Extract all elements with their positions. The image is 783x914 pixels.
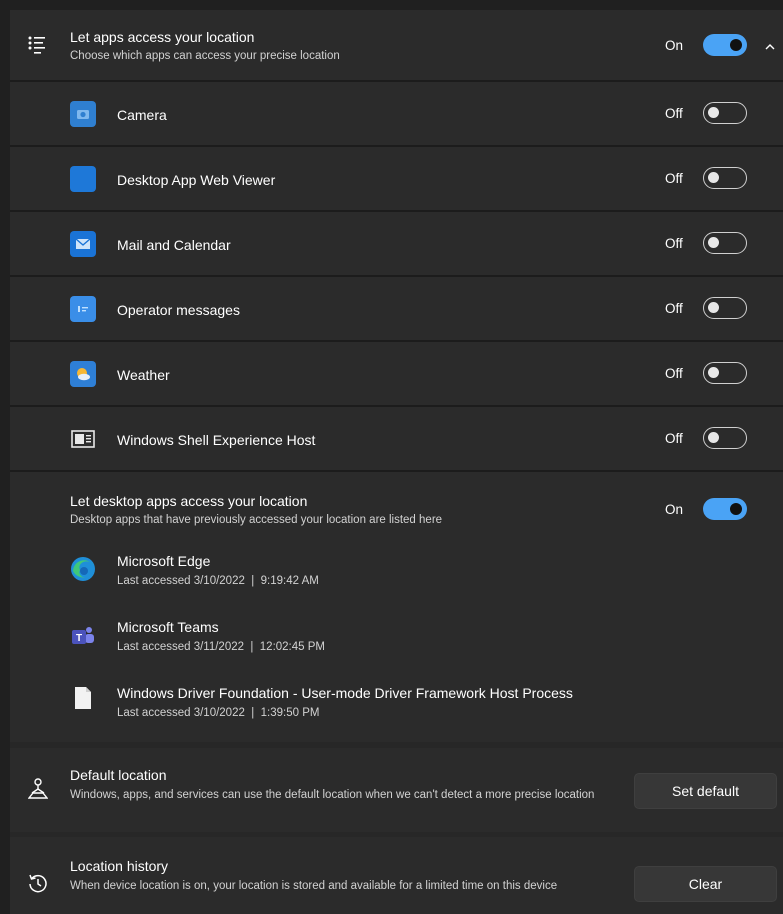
app-row-operator-messages: Operator messages Off [10, 277, 783, 340]
edge-icon [70, 556, 96, 582]
shell-host-icon [70, 426, 96, 452]
app-row-desktop-app-web-viewer: Desktop App Web Viewer Off [10, 147, 783, 210]
default-location-description: Windows, apps, and services can use the … [70, 789, 595, 801]
app-name: Mail and Calendar [117, 237, 231, 253]
location-history-row: Location history When device location is… [10, 837, 783, 914]
svg-text:T: T [76, 633, 82, 644]
mail-icon [70, 231, 96, 257]
app-name: Desktop App Web Viewer [117, 172, 276, 188]
app-name: Weather [117, 367, 170, 383]
default-location-row: Default location Windows, apps, and serv… [10, 748, 783, 832]
teams-icon: T [70, 622, 96, 648]
app-state: Off [665, 365, 683, 381]
list-icon [28, 35, 46, 55]
operator-messages-toggle[interactable] [703, 297, 747, 319]
weather-toggle[interactable] [703, 362, 747, 384]
weather-icon [70, 361, 96, 387]
set-default-button[interactable]: Set default [634, 773, 777, 809]
clear-button[interactable]: Clear [634, 866, 777, 902]
pin-person-icon [27, 778, 49, 800]
location-access-state: On [665, 37, 684, 53]
camera-icon [70, 101, 96, 127]
desktop-apps-title: Let desktop apps access your location [70, 493, 308, 509]
desktop-apps-toggle[interactable] [703, 498, 747, 520]
app-name: Camera [117, 107, 167, 123]
desktop-app-accessed: Last accessed 3/10/2022 | 9:19:42 AM [117, 575, 319, 587]
desktop-apps-state: On [665, 501, 684, 517]
desktop-app-name: Microsoft Edge [117, 553, 211, 569]
location-history-title: Location history [70, 858, 169, 874]
history-icon [28, 873, 48, 893]
app-row-mail-and-calendar: Mail and Calendar Off [10, 212, 783, 275]
desktop-app-accessed: Last accessed 3/10/2022 | 1:39:50 PM [117, 707, 320, 719]
app-name: Windows Shell Experience Host [117, 432, 316, 448]
desktop-apps-subtitle: Desktop apps that have previously access… [70, 514, 443, 526]
desktop-app-name: Microsoft Teams [117, 619, 219, 635]
location-history-description: When device location is on, your locatio… [70, 880, 558, 892]
app-name: Operator messages [117, 302, 240, 318]
file-icon [74, 686, 92, 710]
web-viewer-icon [70, 166, 96, 192]
camera-toggle[interactable] [703, 102, 747, 124]
location-access-toggle[interactable] [703, 34, 747, 56]
app-state: Off [665, 105, 683, 121]
app-state: Off [665, 235, 683, 251]
location-access-subtitle: Choose which apps can access your precis… [70, 50, 340, 62]
app-row-camera: Camera Off [10, 82, 783, 145]
shell-host-toggle[interactable] [703, 427, 747, 449]
app-row-weather: Weather Off [10, 342, 783, 405]
desktop-app-name: Windows Driver Foundation - User-mode Dr… [117, 685, 573, 701]
location-access-header[interactable]: Let apps access your location Choose whi… [10, 10, 783, 80]
app-state: Off [665, 430, 683, 446]
desktop-apps-section: Let desktop apps access your location De… [10, 472, 783, 742]
location-access-title: Let apps access your location [70, 29, 255, 45]
desktop-app-accessed: Last accessed 3/11/2022 | 12:02:45 PM [117, 641, 325, 653]
default-location-title: Default location [70, 767, 167, 783]
operator-messages-icon [70, 296, 96, 322]
mail-toggle[interactable] [703, 232, 747, 254]
app-state: Off [665, 300, 683, 316]
app-state: Off [665, 170, 683, 186]
app-row-windows-shell-experience-host: Windows Shell Experience Host Off [10, 407, 783, 470]
chevron-up-icon[interactable] [765, 39, 775, 50]
web-viewer-toggle[interactable] [703, 167, 747, 189]
